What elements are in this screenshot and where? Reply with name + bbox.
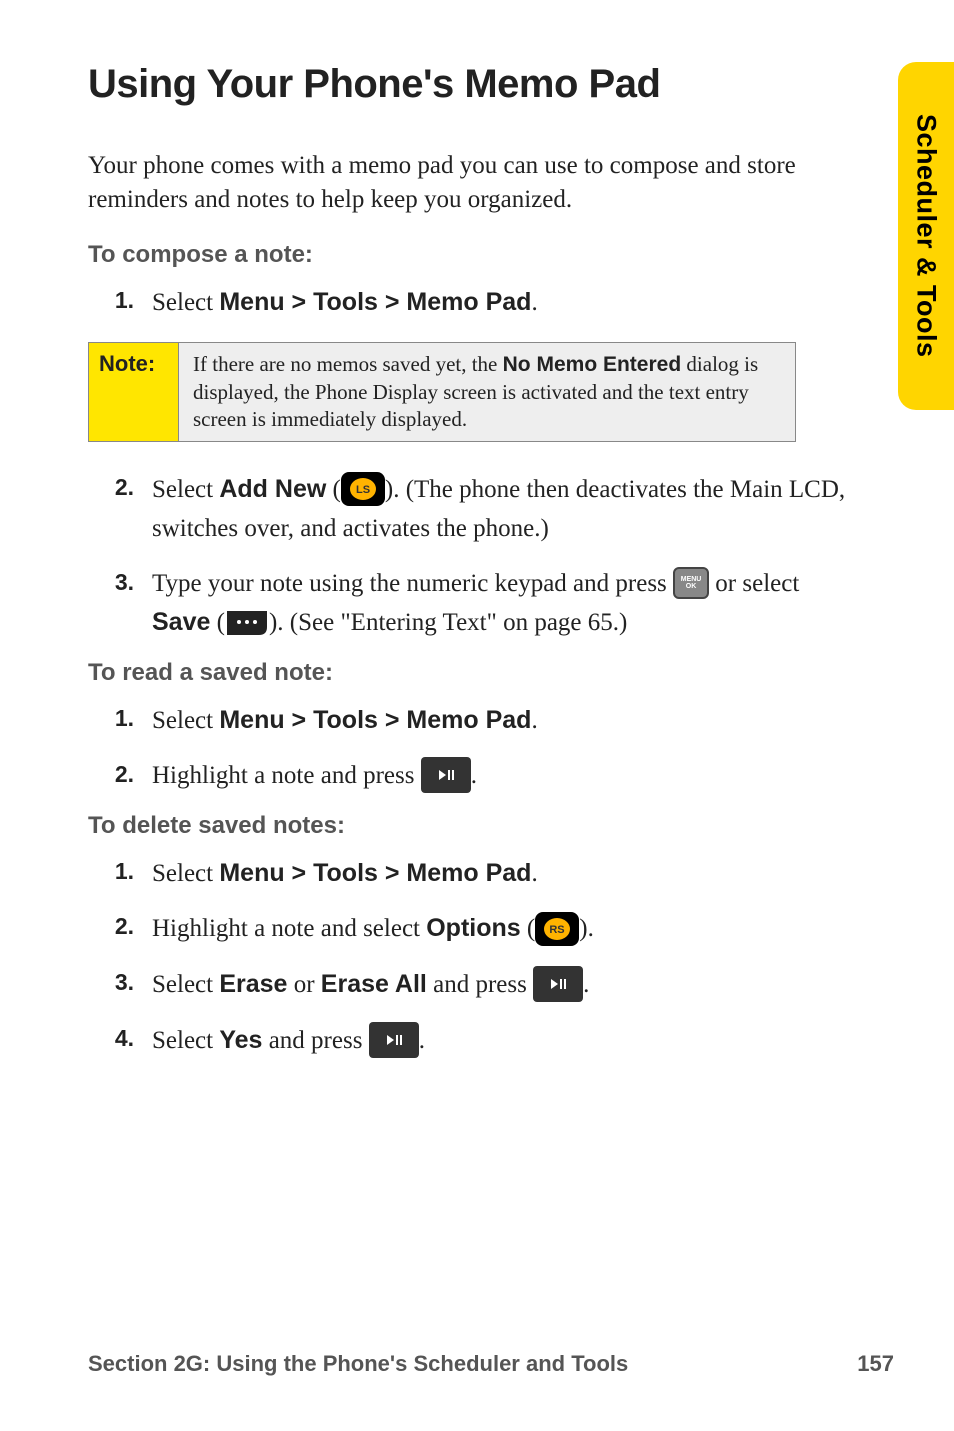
- text: If there are no memos saved yet, the: [193, 352, 503, 376]
- text: .: [419, 1027, 425, 1054]
- text-bold: Add New: [219, 475, 326, 503]
- step: 2. Highlight a note and select Options (…: [88, 909, 848, 949]
- text: and press: [262, 1027, 368, 1054]
- text-bold: No Memo Entered: [503, 353, 682, 376]
- dots-key-icon: [225, 609, 269, 637]
- step-number: 1.: [88, 701, 152, 741]
- step-body: Highlight a note and press .: [152, 757, 848, 796]
- step: 3. Select Erase or Erase All and press .: [88, 965, 848, 1005]
- text: .: [531, 860, 537, 887]
- step-number: 3.: [88, 965, 152, 1005]
- text: (: [521, 915, 536, 942]
- right-softkey-icon: RS: [535, 912, 579, 946]
- page-title: Using Your Phone's Memo Pad: [88, 62, 848, 107]
- left-softkey-icon: LS: [341, 472, 385, 506]
- text-bold: Yes: [219, 1026, 262, 1054]
- menu-path: Menu > Tools > Memo Pad: [219, 706, 531, 734]
- text: Highlight a note and select: [152, 915, 426, 942]
- step-number: 2.: [88, 757, 152, 796]
- step-number: 3.: [88, 565, 152, 644]
- step-body: Type your note using the numeric keypad …: [152, 565, 848, 644]
- steps-compose-cont: 2. Select Add New (LS). (The phone then …: [88, 470, 848, 643]
- svg-text:RS: RS: [550, 924, 565, 936]
- play-pause-key-icon: [533, 966, 583, 1002]
- text: Select: [152, 476, 219, 503]
- step-body: Select Erase or Erase All and press .: [152, 965, 848, 1005]
- footer-section-label: Section 2G: Using the Phone's Scheduler …: [88, 1351, 628, 1377]
- steps-delete: 1. Select Menu > Tools > Memo Pad. 2. Hi…: [88, 854, 848, 1061]
- step-body: Select Menu > Tools > Memo Pad.: [152, 854, 848, 894]
- menu-ok-key-icon: MENUOK: [673, 567, 709, 599]
- step-number: 1.: [88, 854, 152, 894]
- subhead-read: To read a saved note:: [88, 659, 848, 687]
- text: Select: [152, 1027, 219, 1054]
- note-label: Note:: [89, 343, 179, 441]
- svg-text:LS: LS: [356, 484, 370, 496]
- text: Type your note using the numeric keypad …: [152, 570, 673, 597]
- text: and press: [427, 971, 533, 998]
- play-pause-key-icon: [421, 757, 471, 793]
- step-number: 1.: [88, 283, 152, 323]
- text-bold: Erase All: [321, 970, 427, 998]
- text-bold: Options: [426, 914, 520, 942]
- text-bold: Erase: [219, 970, 287, 998]
- step: 2. Highlight a note and press .: [88, 757, 848, 796]
- steps-read: 1. Select Menu > Tools > Memo Pad. 2. Hi…: [88, 701, 848, 796]
- page-content: Using Your Phone's Memo Pad Your phone c…: [88, 62, 848, 1077]
- note-body: If there are no memos saved yet, the No …: [179, 343, 795, 441]
- text: .: [471, 762, 477, 789]
- intro-paragraph: Your phone comes with a memo pad you can…: [88, 149, 848, 217]
- step: 1. Select Menu > Tools > Memo Pad.: [88, 701, 848, 741]
- step: 4. Select Yes and press .: [88, 1021, 848, 1061]
- step: 1. Select Menu > Tools > Memo Pad.: [88, 854, 848, 894]
- text: Select: [152, 289, 219, 316]
- text: ).: [579, 915, 594, 942]
- section-tab-label: Scheduler & Tools: [911, 114, 942, 358]
- step-body: Select Add New (LS). (The phone then dea…: [152, 470, 848, 549]
- section-tab: Scheduler & Tools: [898, 62, 954, 410]
- text: or select: [709, 570, 799, 597]
- text: .: [531, 289, 537, 316]
- text: Select: [152, 860, 219, 887]
- subhead-delete: To delete saved notes:: [88, 812, 848, 840]
- menu-path: Menu > Tools > Memo Pad: [219, 288, 531, 316]
- text: Select: [152, 707, 219, 734]
- key-label-top: MENU: [681, 576, 702, 583]
- note-callout: Note: If there are no memos saved yet, t…: [88, 342, 796, 442]
- text: ). (See "Entering Text" on page 65.): [269, 609, 627, 636]
- step: 2. Select Add New (LS). (The phone then …: [88, 470, 848, 549]
- text: (: [210, 609, 225, 636]
- text: .: [583, 971, 589, 998]
- step-body: Select Menu > Tools > Memo Pad.: [152, 701, 848, 741]
- play-pause-key-icon: [369, 1022, 419, 1058]
- step: 3. Type your note using the numeric keyp…: [88, 565, 848, 644]
- text: Select: [152, 971, 219, 998]
- menu-path: Menu > Tools > Memo Pad: [219, 859, 531, 887]
- step: 1. Select Menu > Tools > Memo Pad.: [88, 283, 848, 323]
- steps-compose: 1. Select Menu > Tools > Memo Pad.: [88, 283, 848, 323]
- text: (: [326, 476, 341, 503]
- step-body: Highlight a note and select Options ( RS)…: [152, 909, 848, 949]
- page-footer: Section 2G: Using the Phone's Scheduler …: [88, 1351, 894, 1377]
- step-number: 4.: [88, 1021, 152, 1061]
- step-number: 2.: [88, 470, 152, 549]
- text-bold: Save: [152, 608, 210, 636]
- subhead-compose: To compose a note:: [88, 241, 848, 269]
- text: .: [531, 707, 537, 734]
- step-body: Select Menu > Tools > Memo Pad.: [152, 283, 848, 323]
- text: or: [287, 971, 320, 998]
- step-body: Select Yes and press .: [152, 1021, 848, 1061]
- text: Highlight a note and press: [152, 762, 421, 789]
- key-label-bot: OK: [686, 583, 697, 590]
- page-number: 157: [857, 1351, 894, 1377]
- step-number: 2.: [88, 909, 152, 949]
